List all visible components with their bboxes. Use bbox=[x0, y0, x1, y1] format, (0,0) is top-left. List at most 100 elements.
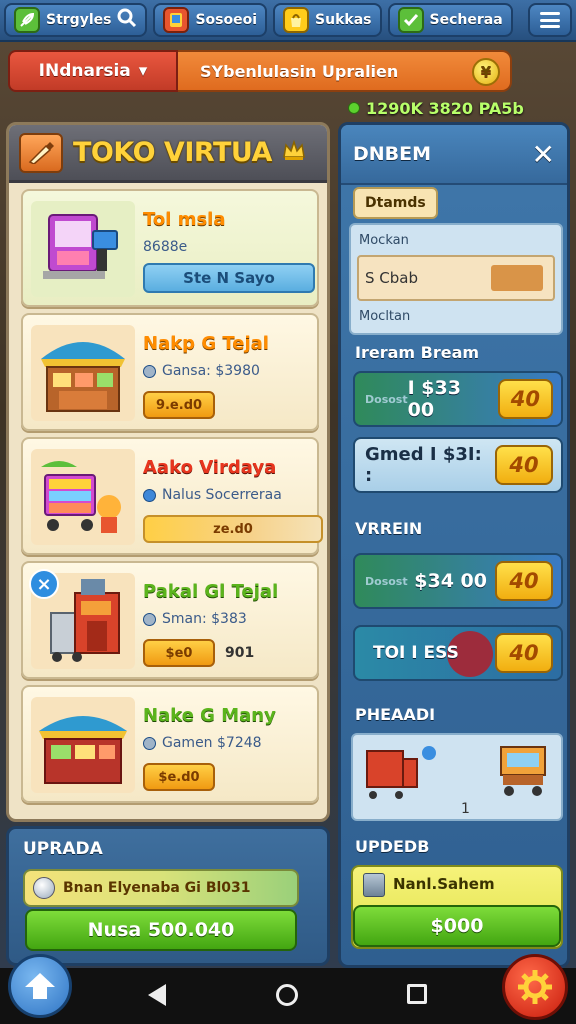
price-row-button[interactable]: 40 bbox=[495, 561, 553, 601]
price-row-amount: I $33 00 bbox=[407, 377, 461, 421]
computer-kiosk-icon bbox=[31, 201, 135, 297]
shop-item-name: Tol msla bbox=[143, 209, 226, 230]
tab-success-label: Sukkas bbox=[315, 12, 372, 28]
shop-item-sub: Gamen $7248 bbox=[143, 735, 262, 751]
chevron-down-icon: ▾ bbox=[138, 61, 148, 81]
shop-item-action-button[interactable]: Ste N Sayo bbox=[143, 263, 315, 293]
info-icon bbox=[143, 364, 156, 378]
market-stall-icon bbox=[31, 697, 135, 793]
price-row-amount: TOI I ESS bbox=[373, 643, 459, 663]
info-box-top-label: Mockan bbox=[359, 233, 409, 248]
right-panel-title: DNBEM bbox=[353, 143, 432, 165]
tab-social-label: Sosoeoi bbox=[195, 12, 258, 28]
info-box-bottom-label: Mocltan bbox=[359, 309, 411, 324]
nav-home-icon[interactable] bbox=[276, 984, 298, 1006]
nav-recent-icon[interactable] bbox=[407, 984, 427, 1004]
home-button[interactable] bbox=[8, 954, 72, 1018]
shop-item-note: 901 bbox=[225, 645, 255, 661]
leaf-icon bbox=[14, 7, 40, 33]
money-icon bbox=[348, 102, 360, 114]
tab-styles-label: Strgyles bbox=[46, 12, 112, 28]
gear-icon bbox=[518, 970, 552, 1004]
shopping-cart-icon bbox=[31, 449, 135, 545]
region-selector[interactable]: INdnarsia ▾ bbox=[8, 50, 178, 92]
info-icon bbox=[143, 612, 156, 626]
shop-item-name: Nake G Many bbox=[143, 705, 276, 726]
upgrade-button[interactable]: Nusa 500.040 bbox=[25, 909, 297, 951]
price-row-amount: $34 00 bbox=[414, 570, 487, 592]
mission-strip: INdnarsia ▾ SYbenlulasin Upralien ¥ bbox=[8, 50, 512, 92]
shop-header: TOKO VIRTUA bbox=[9, 125, 327, 183]
price-row-label: Dosost bbox=[365, 574, 408, 588]
shop-item-sub: Sman: $383 bbox=[143, 611, 247, 627]
price-row-button[interactable]: 40 bbox=[495, 445, 553, 485]
price-row-button[interactable]: 40 bbox=[497, 379, 553, 419]
shop-item-3[interactable]: Aako Virdaya Nalus Socerreraa ze.d0 bbox=[21, 437, 323, 555]
shop-item-name: Pakal Gl Tejal bbox=[143, 581, 279, 602]
tab-success[interactable]: Sukkas bbox=[273, 3, 382, 37]
shop-item-buy-button[interactable]: ze.d0 bbox=[143, 515, 323, 543]
region-label: INdnarsia bbox=[38, 61, 131, 81]
info-box-field[interactable]: S Cbab bbox=[357, 255, 555, 301]
close-icon[interactable]: ✕ bbox=[532, 138, 555, 171]
tab-styles[interactable]: Strgyles bbox=[4, 3, 148, 37]
right-panel-header: DNBEM ✕ bbox=[341, 125, 567, 185]
mission-label: SYbenlulasin Upralien bbox=[200, 61, 399, 81]
bag-icon bbox=[283, 7, 310, 33]
android-nav-bar bbox=[0, 968, 576, 1024]
search-icon bbox=[117, 8, 137, 32]
nav-back-icon[interactable] bbox=[148, 984, 166, 1006]
preview-number: 1 bbox=[461, 801, 470, 817]
section-title: PHEAADI bbox=[355, 705, 436, 724]
menu-icon bbox=[540, 12, 560, 28]
shop-item-buy-button[interactable]: $e.d0 bbox=[143, 763, 215, 791]
tab-social[interactable]: Sosoeoi bbox=[153, 3, 268, 37]
settings-button[interactable] bbox=[502, 954, 568, 1020]
money-counter: 1290K 3820 PA5b bbox=[348, 96, 524, 120]
money-value: 1290K 3820 PA5b bbox=[366, 98, 524, 118]
shop-panel: TOKO VIRTUA Tol msla 8688e Ste N Sayo Na… bbox=[6, 122, 330, 822]
shop-item-1[interactable]: Tol msla 8688e Ste N Sayo bbox=[21, 189, 319, 307]
upgrade-card-button[interactable]: $000 bbox=[353, 905, 561, 947]
shop-item-name: Nakp G Tejal bbox=[143, 333, 269, 354]
crown-icon bbox=[282, 139, 306, 167]
tablet-icon bbox=[163, 7, 190, 33]
stall-preview-icon bbox=[366, 746, 546, 799]
price-row: Gmed I $3I: : 40 bbox=[353, 437, 563, 493]
upgrade-info-text: Bnan Elyenaba Gi Bl031 bbox=[63, 880, 251, 896]
mission-banner[interactable]: SYbenlulasin Upralien ¥ bbox=[178, 50, 512, 92]
info-icon bbox=[143, 488, 156, 502]
price-row: Dosost $34 00 40 bbox=[353, 553, 563, 609]
shop-item-4[interactable]: × Pakal Gl Tejal Sman: $383 $e0 901 bbox=[21, 561, 319, 679]
upgrade-title: UPRADA bbox=[23, 839, 103, 859]
bin-icon bbox=[363, 873, 385, 897]
shop-item-name: Aako Virdaya bbox=[143, 457, 277, 478]
shop-item-buy-button[interactable]: $e0 bbox=[143, 639, 215, 667]
coin-icon: ¥ bbox=[472, 58, 500, 86]
upgrade-card-label: Nanl.Sahem bbox=[393, 875, 495, 893]
info-icon bbox=[143, 736, 156, 750]
shop-item-buy-button[interactable]: 9.e.d0 bbox=[143, 391, 215, 419]
shop-item-5[interactable]: Nake G Many Gamen $7248 $e.d0 bbox=[21, 685, 319, 803]
brush-icon bbox=[19, 132, 63, 173]
shop-title: TOKO VIRTUA bbox=[73, 137, 272, 168]
price-row-amount: Gmed I $3I: : bbox=[365, 444, 482, 486]
tab-schedule[interactable]: Secheraa bbox=[387, 3, 513, 37]
info-box: Mockan S Cbab Mocltan bbox=[349, 223, 563, 335]
price-row: Dosost I $33 00 40 bbox=[353, 371, 563, 427]
menu-button[interactable] bbox=[528, 3, 572, 37]
shop-item-2[interactable]: Nakp G Tejal Gansa: $3980 9.e.d0 bbox=[21, 313, 319, 431]
price-row-label: Dosost bbox=[365, 392, 408, 406]
upgrade-panel: UPRADA Bnan Elyenaba Gi Bl031 Nusa 500.0… bbox=[6, 826, 330, 966]
right-panel: DNBEM ✕ Dtamds Mockan S Cbab Mocltan Ire… bbox=[338, 122, 570, 968]
price-row-button[interactable]: 40 bbox=[495, 633, 553, 673]
section-title: Ireram Bream bbox=[355, 343, 480, 362]
top-nav-bar: Strgyles Sosoeoi Sukkas Secheraa bbox=[0, 0, 576, 42]
info-box-field-text: S Cbab bbox=[365, 269, 418, 287]
close-icon[interactable]: × bbox=[29, 569, 59, 599]
shop-item-sub: Nalus Socerreraa bbox=[143, 487, 282, 503]
upgrade-card: Nanl.Sahem $000 bbox=[351, 865, 563, 949]
preview-scene: 1 bbox=[351, 733, 563, 821]
right-panel-tag: Dtamds bbox=[353, 187, 438, 219]
price-row: TOI I ESS 40 bbox=[353, 625, 563, 681]
